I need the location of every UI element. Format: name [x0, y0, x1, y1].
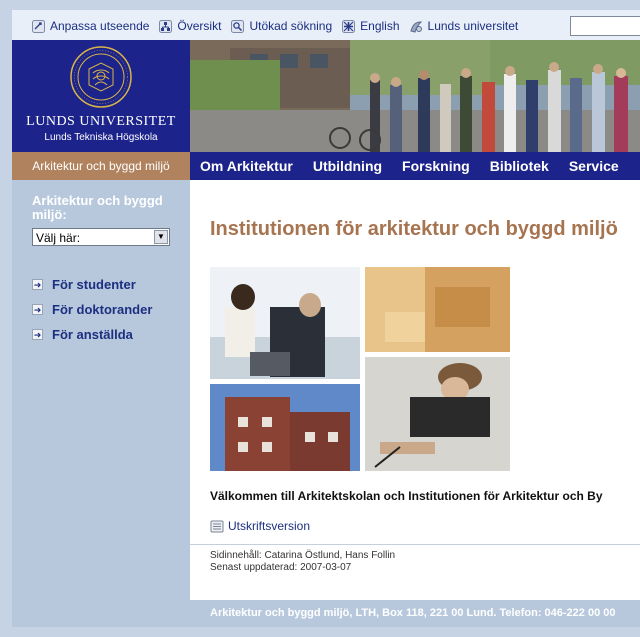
magnifier-icon: [231, 19, 245, 33]
arrow-right-icon: ➜: [32, 304, 43, 315]
toplink-label: Utökad sökning: [249, 19, 333, 33]
divider: [190, 544, 640, 545]
page-title: Institutionen för arkitektur och byggd m…: [210, 218, 618, 240]
toplink-label: Översikt: [177, 19, 222, 33]
main-nav: Om Arkitektur Utbildning Forskning Bibli…: [190, 152, 640, 180]
top-utility-bar: Anpassa utseende Översikt Utökad sökning…: [12, 10, 640, 40]
university-logo[interactable]: LUNDS UNIVERSITET Lunds Tekniska Högskol…: [12, 40, 190, 152]
print-version-link[interactable]: Utskriftsversion: [210, 519, 310, 533]
toplink-overview[interactable]: Översikt: [159, 19, 221, 33]
toplink-lund-university[interactable]: Lunds universitet: [409, 19, 519, 33]
university-icon: [409, 20, 422, 33]
arrow-right-icon: ➜: [32, 279, 43, 290]
printer-icon: [210, 520, 224, 532]
nav-item-utbildning[interactable]: Utbildning: [313, 158, 382, 174]
nav-item-bibliotek[interactable]: Bibliotek: [490, 158, 549, 174]
toplink-label: Anpassa utseende: [50, 19, 150, 33]
sidebar-item-doctoral[interactable]: ➜ För doktorander: [32, 297, 152, 322]
sidebar: Arkitektur och byggd miljö: Välj här: ▼ …: [12, 180, 190, 627]
university-seal-icon: [70, 46, 132, 108]
sidebar-item-staff[interactable]: ➜ För anställda: [32, 322, 152, 347]
welcome-text: Välkommen till Arkitektskolan och Instit…: [210, 489, 603, 503]
toplink-label: Lunds universitet: [427, 19, 519, 33]
university-name: LUNDS UNIVERSITET: [26, 114, 176, 129]
flag-icon: [342, 19, 356, 33]
nav-item-service[interactable]: Service: [569, 158, 619, 174]
arrow-right-icon: ➜: [32, 329, 43, 340]
print-label: Utskriftsversion: [228, 519, 311, 533]
last-updated: Senast uppdaterad: 2007-03-07: [210, 562, 352, 573]
customize-icon: [32, 19, 45, 33]
faculty-name: Lunds Tekniska Högskola: [44, 132, 158, 143]
sidebar-item-label: För studenter: [52, 277, 136, 292]
sitemap-icon: [159, 19, 173, 33]
nav-item-om-arkitektur[interactable]: Om Arkitektur: [200, 158, 293, 174]
page-meta: Sidinnehåll: Catarina Östlund, Hans Foll…: [210, 550, 395, 574]
sidebar-item-students[interactable]: ➜ För studenter: [32, 272, 152, 297]
photo-collage: [210, 267, 510, 471]
toplink-label: English: [360, 19, 400, 33]
sidebar-item-label: För anställda: [52, 327, 133, 342]
sidebar-title: Arkitektur och byggd miljö:: [32, 193, 163, 222]
nav-item-forskning[interactable]: Forskning: [402, 158, 470, 174]
search-input[interactable]: [570, 16, 640, 36]
sidebar-item-label: För doktorander: [52, 302, 153, 317]
select-value: Välj här:: [36, 231, 81, 245]
toplink-customize[interactable]: Anpassa utseende: [32, 19, 149, 33]
chevron-down-icon[interactable]: ▼: [154, 230, 168, 244]
section-tab[interactable]: Arkitektur och byggd miljö: [12, 152, 190, 180]
toplink-advanced-search[interactable]: Utökad sökning: [231, 19, 332, 33]
header-photo: [190, 40, 640, 152]
department-select[interactable]: Välj här: ▼: [32, 228, 170, 246]
footer: Arkitektur och byggd miljö, LTH, Box 118…: [190, 600, 640, 627]
content-owner: Sidinnehåll: Catarina Östlund, Hans Foll…: [210, 550, 396, 561]
page: Anpassa utseende Översikt Utökad sökning…: [12, 10, 640, 627]
toplink-english[interactable]: English: [342, 19, 400, 33]
